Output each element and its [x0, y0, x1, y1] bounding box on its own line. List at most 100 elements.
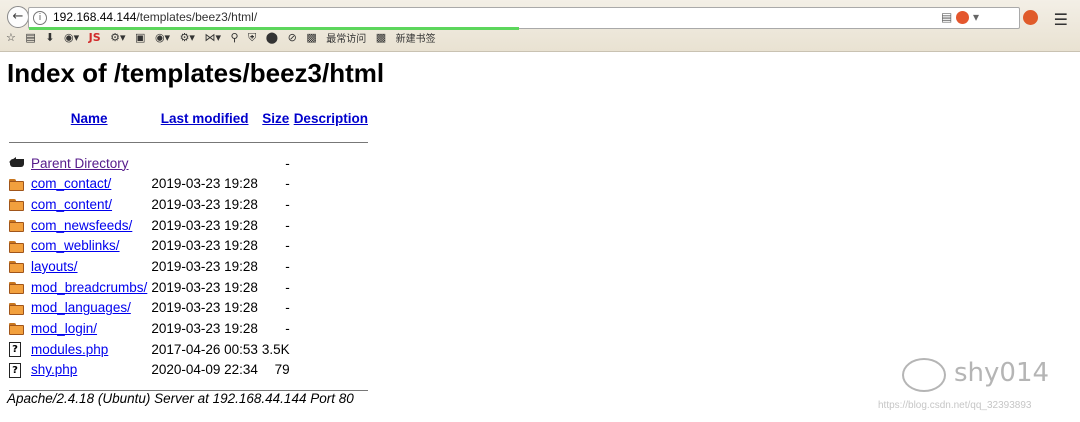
clipboard-icon[interactable]: ▤ [25, 31, 35, 44]
shield-icon[interactable]: ⛨ [248, 31, 256, 45]
page-action-icon[interactable]: ▤ [941, 10, 952, 24]
entry-link[interactable]: shy.php [31, 362, 77, 377]
table-row: com_content/2019-03-23 19:28 - [7, 194, 370, 215]
size-cell: 79 [274, 362, 290, 378]
name-cell: Parent Directory [29, 153, 149, 174]
split-icon[interactable]: ⋈▾ [204, 31, 221, 44]
icon-cell [7, 235, 29, 256]
table-row: com_contact/2019-03-23 19:28 - [7, 173, 370, 194]
search-icon[interactable]: ⚲ [230, 31, 238, 44]
gear-icon[interactable]: ⚙▾ [110, 31, 125, 44]
modified-cell: 2019-03-23 19:28 [151, 217, 258, 233]
url-path: /templates/beez3/html/ [136, 10, 258, 24]
sort-by-modified-link[interactable]: Last modified [161, 111, 249, 126]
modified-cell: 2019-03-23 19:28 [151, 196, 258, 212]
globe-icon[interactable]: ◉▾ [64, 31, 79, 44]
navigation-bar: ← i 192.168.44.144/templates/beez3/html/… [0, 3, 1080, 30]
back-button[interactable]: ← [7, 6, 29, 28]
name-cell: layouts/ [29, 256, 149, 277]
blocked-icon[interactable]: ⊘ [288, 31, 297, 44]
adblock-icon[interactable]: ⬤ [266, 31, 278, 44]
divider-row [7, 132, 370, 153]
modified-cell: 2019-03-23 19:28 [151, 176, 258, 192]
folder-icon[interactable] [9, 199, 24, 212]
unknown-file-icon[interactable]: ? [9, 362, 21, 378]
bookmark-new[interactable]: 新建书签 [396, 30, 436, 45]
cookie-icon[interactable]: ◉▾ [155, 31, 170, 44]
folder-icon[interactable] [9, 261, 24, 274]
entry-link[interactable]: layouts/ [31, 259, 78, 274]
info-icon[interactable]: i [33, 11, 47, 25]
description-cell [292, 360, 370, 381]
header-row: Name Last modified Size Description [7, 104, 370, 132]
name-cell: mod_login/ [29, 318, 149, 339]
entry-link[interactable]: modules.php [31, 342, 108, 357]
icon-cell [7, 173, 29, 194]
bookmark-most-visited[interactable]: 最常访问 [326, 30, 366, 45]
url-text[interactable]: 192.168.44.144/templates/beez3/html/ [53, 10, 257, 24]
unknown-file-icon[interactable]: ? [9, 342, 21, 358]
size-header: Size [260, 104, 292, 132]
download-icon[interactable]: ⬇ [45, 31, 54, 44]
addon-icon[interactable] [1023, 10, 1038, 25]
folder-icon[interactable] [9, 220, 24, 233]
sort-by-description-link[interactable]: Description [294, 111, 368, 126]
page-content: Index of /templates/beez3/html Name Last… [7, 58, 384, 406]
size-cell: - [285, 238, 290, 254]
table-row: ? shy.php 2020-04-09 22:34 79 [7, 360, 370, 381]
folder-icon[interactable] [9, 178, 24, 191]
entry-link[interactable]: Parent Directory [31, 156, 129, 171]
sort-by-size-link[interactable]: Size [262, 111, 289, 126]
back-icon[interactable] [9, 157, 25, 170]
entry-link[interactable]: com_contact/ [31, 176, 111, 191]
modified-cell: 2020-04-09 22:34 [151, 362, 258, 378]
entry-link[interactable]: com_newsfeeds/ [31, 218, 132, 233]
description-cell [292, 235, 370, 256]
page-icon[interactable]: ▩ [376, 31, 386, 44]
modified-cell: 2019-03-23 19:28 [151, 238, 258, 254]
javascript-toggle[interactable]: JS [89, 31, 101, 44]
name-cell: com_contact/ [29, 173, 149, 194]
folder-icon[interactable] [9, 323, 24, 336]
folder-icon[interactable] [9, 282, 24, 295]
image-icon[interactable]: ▣ [135, 31, 145, 44]
entry-link[interactable]: mod_breadcrumbs/ [31, 280, 147, 295]
entry-link[interactable]: mod_languages/ [31, 300, 131, 315]
entry-link[interactable]: com_weblinks/ [31, 238, 120, 253]
address-bar-actions: ▤ ▾ [941, 10, 979, 24]
folder-icon[interactable] [9, 240, 24, 253]
address-bar[interactable]: i 192.168.44.144/templates/beez3/html/ ▤… [28, 7, 1020, 30]
icon-cell: ? [7, 339, 29, 360]
sort-by-name-link[interactable]: Name [71, 111, 108, 126]
icon-cell [7, 256, 29, 277]
modified-cell: 2019-03-23 19:28 [151, 258, 258, 274]
extension-icon[interactable] [956, 11, 970, 24]
description-cell [292, 215, 370, 236]
entry-link[interactable]: mod_login/ [31, 321, 97, 336]
dropdown-arrow-icon[interactable]: ▾ [973, 10, 979, 24]
star-icon[interactable]: ☆ [6, 31, 16, 44]
description-cell [292, 153, 370, 174]
name-cell: com_weblinks/ [29, 235, 149, 256]
table-row: mod_login/2019-03-23 19:28 - [7, 318, 370, 339]
icon-cell [7, 215, 29, 236]
menu-icon[interactable]: ☰ [1054, 10, 1068, 29]
size-cell: - [285, 300, 290, 316]
table-row: com_newsfeeds/2019-03-23 19:28 - [7, 215, 370, 236]
name-cell: modules.php [29, 339, 149, 360]
watermark: shy014 https://blog.csdn.net/qq_32393893 [878, 352, 1072, 422]
description-cell [292, 194, 370, 215]
bookmarks-toolbar: ☆ ▤ ⬇ ◉▾ JS ⚙▾ ▣ ◉▾ ⚙▾ ⋈▾ ⚲ ⛨ ⬤ ⊘ ▩ 最常访问… [0, 30, 1080, 50]
size-cell: - [285, 217, 290, 233]
tools-icon[interactable]: ⚙▾ [180, 31, 195, 44]
entry-link[interactable]: com_content/ [31, 197, 112, 212]
name-cell: shy.php [29, 360, 149, 381]
description-cell [292, 256, 370, 277]
icon-cell [7, 298, 29, 319]
folder-icon[interactable] [9, 302, 24, 315]
url-host: 192.168.44.144 [53, 10, 137, 24]
size-cell: 3.5K [261, 341, 290, 357]
table-row: mod_languages/2019-03-23 19:28 - [7, 298, 370, 319]
size-cell: - [285, 321, 290, 337]
page-icon[interactable]: ▩ [306, 31, 316, 44]
